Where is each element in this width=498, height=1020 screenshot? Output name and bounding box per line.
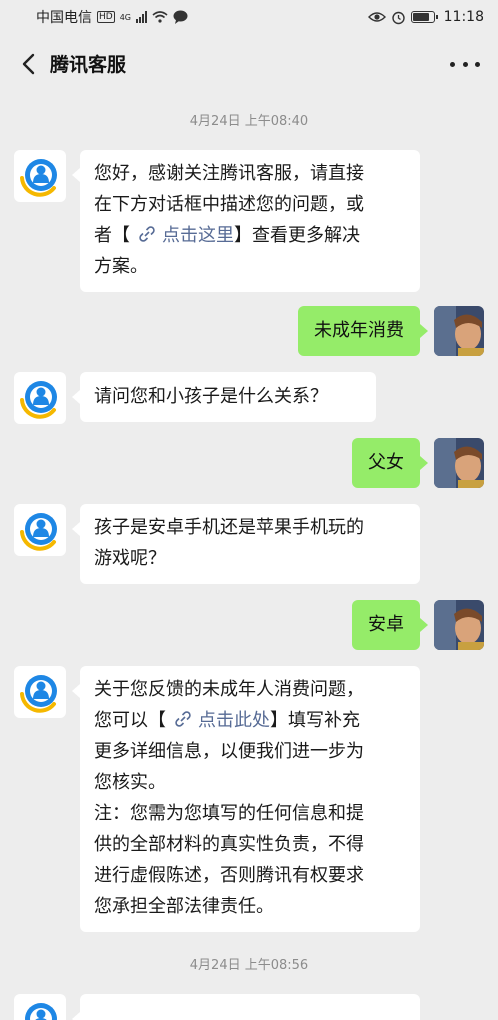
- help-link[interactable]: 点击这里: [130, 225, 234, 246]
- message-icon: [173, 10, 188, 24]
- message-text: 】填写补充: [270, 710, 360, 731]
- message-bubble-bot: 请问您和小孩子是什么关系？: [72, 372, 376, 422]
- link-icon: [139, 226, 155, 242]
- message-bubble-bot: [72, 994, 420, 1020]
- chevron-left-icon: [22, 53, 35, 75]
- status-bar: 中国电信 HD 4G 11:18: [0, 0, 498, 34]
- bot-avatar[interactable]: [14, 504, 66, 556]
- bot-avatar[interactable]: [14, 994, 66, 1020]
- link-icon: [175, 711, 191, 727]
- user-photo-icon: [434, 600, 484, 650]
- battery-icon: [410, 11, 438, 23]
- message-bubble-user: 父女: [352, 438, 428, 488]
- message-line: 供的全部材料的真实性负责，不得: [94, 834, 364, 855]
- tencent-service-logo-icon: [20, 159, 57, 197]
- network-type: 4G: [119, 12, 131, 22]
- page-title: 腾讯客服: [50, 54, 127, 76]
- help-link-label: 点击这里: [162, 225, 234, 246]
- timestamp: 4月24日 上午08:40: [189, 114, 309, 129]
- eye-icon: [367, 12, 386, 22]
- tencent-service-logo-icon: [20, 675, 57, 713]
- message-text: 您可以【: [94, 710, 166, 731]
- alarm-icon: [391, 11, 405, 24]
- message-line: 您承担全部法律责任。: [94, 896, 274, 917]
- message-line: 进行虚假陈述，否则腾讯有权要求: [94, 865, 364, 886]
- message-line: 者【 点击这里】查看更多解决: [94, 220, 406, 251]
- message-bubble-user: 未成年消费: [298, 306, 428, 356]
- timestamp: 4月24日 上午08:56: [189, 958, 309, 973]
- chat-header: 腾讯客服: [0, 34, 498, 94]
- message-bubble-user: 安卓: [352, 600, 428, 650]
- more-button[interactable]: [450, 54, 480, 74]
- message-bubble-bot: 关于您反馈的未成年人消费问题， 您可以【 点击此处】填写补充 更多详细信息，以便我…: [72, 666, 420, 932]
- signal-icon: [136, 11, 147, 23]
- user-photo-icon: [434, 306, 484, 356]
- hd-badge: HD: [97, 11, 115, 23]
- clock: 11:18: [443, 9, 484, 25]
- back-button[interactable]: [14, 50, 42, 78]
- bot-avatar[interactable]: [14, 150, 66, 202]
- feedback-link-label: 点击此处: [198, 710, 270, 731]
- wifi-icon: [152, 11, 168, 23]
- user-avatar[interactable]: [434, 600, 484, 650]
- user-avatar[interactable]: [434, 438, 484, 488]
- more-dots-icon: [450, 61, 455, 67]
- feedback-link[interactable]: 点击此处: [166, 710, 270, 731]
- message-line: 游戏呢？: [94, 548, 166, 569]
- user-avatar[interactable]: [434, 306, 484, 356]
- message-text: 者【: [94, 225, 130, 246]
- message-line: 您核实。: [94, 772, 166, 793]
- tencent-service-logo-icon: [20, 513, 57, 551]
- bot-avatar[interactable]: [14, 372, 66, 424]
- status-left: 中国电信 HD 4G: [36, 7, 188, 27]
- user-photo-icon: [434, 438, 484, 488]
- message-line: 孩子是安卓手机还是苹果手机玩的: [94, 517, 364, 538]
- message-line: 方案。: [94, 256, 148, 277]
- message-line: 请问您和小孩子是什么关系？: [94, 386, 328, 407]
- carrier-name: 中国电信: [36, 10, 92, 26]
- message-line: 注：您需为您填写的任何信息和提: [94, 803, 364, 824]
- message-bubble-bot: 您好，感谢关注腾讯客服，请直接 在下方对话框中描述您的问题，或 者【 点击这里】查…: [72, 150, 420, 292]
- tencent-service-logo-icon: [20, 381, 57, 419]
- message-bubble-bot: 孩子是安卓手机还是苹果手机玩的 游戏呢？: [72, 504, 420, 584]
- message-line: 您可以【 点击此处】填写补充: [94, 705, 406, 736]
- tencent-service-logo-icon: [25, 1003, 57, 1020]
- bot-avatar[interactable]: [14, 666, 66, 718]
- message-line: 更多详细信息，以便我们进一步为: [94, 741, 364, 762]
- message-line: 在下方对话框中描述您的问题，或: [94, 194, 364, 215]
- status-right: 11:18: [367, 9, 484, 25]
- message-line: 您好，感谢关注腾讯客服，请直接: [94, 163, 364, 184]
- message-line: 关于您反馈的未成年人消费问题，: [94, 679, 364, 700]
- message-text: 】查看更多解决: [234, 225, 360, 246]
